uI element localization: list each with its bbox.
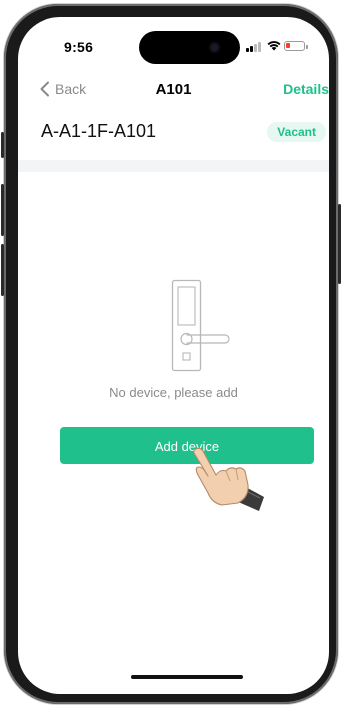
mute-switch <box>1 132 4 158</box>
status-badge: Vacant <box>267 122 326 142</box>
volume-up-button <box>1 184 4 236</box>
room-header: A-A1-1F-A101 Vacant <box>18 117 329 157</box>
dynamic-island <box>139 31 240 64</box>
app-screen: 9:56 Back A101 Details A-A1-1F-A101 Vaca… <box>18 17 329 694</box>
signal-icon <box>246 41 262 52</box>
nav-bar: Back A101 Details <box>18 77 329 107</box>
empty-state-message: No device, please add <box>109 385 238 400</box>
room-name: A-A1-1F-A101 <box>41 121 157 141</box>
status-bar: 9:56 <box>18 17 329 65</box>
camera-icon <box>209 42 220 53</box>
wifi-icon <box>267 41 281 51</box>
door-lock-icon <box>171 279 230 372</box>
power-button <box>338 204 341 284</box>
home-indicator <box>131 675 243 679</box>
details-link[interactable]: Details <box>283 81 329 97</box>
battery-icon <box>284 41 308 51</box>
tap-hand-icon <box>193 447 264 511</box>
phone-frame: 9:56 Back A101 Details A-A1-1F-A101 Vaca… <box>1 4 341 704</box>
section-divider <box>18 160 329 172</box>
status-time: 9:56 <box>64 39 94 55</box>
volume-down-button <box>1 244 4 296</box>
